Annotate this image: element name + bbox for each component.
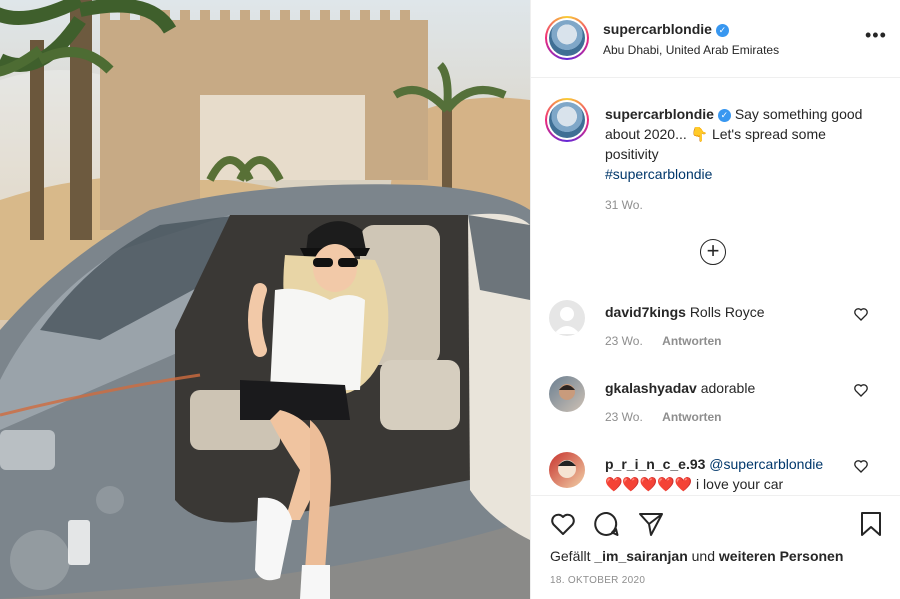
more-options-icon[interactable]: •••: [865, 26, 887, 44]
comment-meta: 23 Wo. Antworten: [605, 410, 737, 424]
author-username[interactable]: supercarblondie: [603, 21, 712, 37]
comment-text: p_r_i_n_c_e.93 @supercarblondie ❤️❤️❤️❤️…: [605, 454, 845, 494]
author-username-row[interactable]: supercarblondie ✓: [603, 21, 729, 37]
caption-text: supercarblondie ✓ Say something good abou…: [605, 104, 875, 184]
comment-body: ❤️❤️❤️❤️❤️ i love your car: [605, 476, 784, 492]
comment-username[interactable]: gkalashyadav: [605, 380, 697, 396]
post-date[interactable]: 18. Oktober 2020: [550, 575, 645, 586]
reply-button[interactable]: Antworten: [662, 334, 721, 348]
comment-time[interactable]: 23 Wo.: [605, 410, 643, 424]
heart-icon[interactable]: [549, 510, 577, 538]
verified-badge-icon: ✓: [717, 109, 731, 122]
paper-plane-icon[interactable]: [637, 510, 665, 538]
post-header: supercarblondie ✓ Abu Dhabi, United Arab …: [531, 0, 900, 78]
comment-username[interactable]: david7kings: [605, 304, 686, 320]
load-more-comments-icon[interactable]: +: [700, 239, 726, 265]
post-location[interactable]: Abu Dhabi, United Arab Emirates: [603, 43, 779, 57]
bookmark-icon[interactable]: [857, 510, 885, 538]
comment-time[interactable]: 23 Wo.: [605, 334, 643, 348]
photo-illustration: [0, 0, 530, 599]
post-side-panel: supercarblondie ✓ Abu Dhabi, United Arab …: [530, 0, 900, 599]
verified-badge-icon: ✓: [715, 24, 729, 37]
caption-timestamp[interactable]: 31 Wo.: [605, 198, 643, 212]
likes-others-link[interactable]: weiteren Personen: [719, 548, 844, 564]
comment-icon[interactable]: [593, 510, 621, 538]
comment-like-heart-icon[interactable]: [853, 306, 869, 322]
caption-username[interactable]: supercarblondie: [605, 106, 714, 122]
commenter-avatar[interactable]: [549, 300, 585, 336]
comment-text: david7kings Rolls Royce: [605, 302, 845, 322]
likes-summary: Gefällt _im_sairanjan und weiteren Perso…: [550, 548, 843, 564]
comment-body: Rolls Royce: [689, 304, 765, 320]
reply-button[interactable]: Antworten: [662, 410, 721, 424]
comment-like-heart-icon[interactable]: [853, 382, 869, 398]
caption-hashtag[interactable]: #supercarblondie: [605, 166, 712, 182]
likes-first-user[interactable]: _im_sairanjan: [594, 548, 687, 564]
comment-username[interactable]: p_r_i_n_c_e.93: [605, 456, 705, 472]
commenter-avatar[interactable]: [549, 452, 585, 488]
comment-meta: 23 Wo. Antworten: [605, 334, 737, 348]
caption-avatar[interactable]: [545, 98, 589, 142]
commenter-avatar[interactable]: [549, 376, 585, 412]
comment-mention[interactable]: @supercarblondie: [709, 456, 823, 472]
comment-text: gkalashyadav adorable: [605, 378, 845, 398]
comment-body: adorable: [700, 380, 756, 396]
comment-like-heart-icon[interactable]: [853, 458, 869, 474]
post-photo[interactable]: [0, 0, 530, 599]
likes-middle: und: [691, 548, 715, 564]
likes-prefix: Gefällt: [550, 548, 591, 564]
author-avatar[interactable]: [545, 16, 589, 60]
action-bar: Gefällt _im_sairanjan und weiteren Perso…: [531, 495, 900, 599]
